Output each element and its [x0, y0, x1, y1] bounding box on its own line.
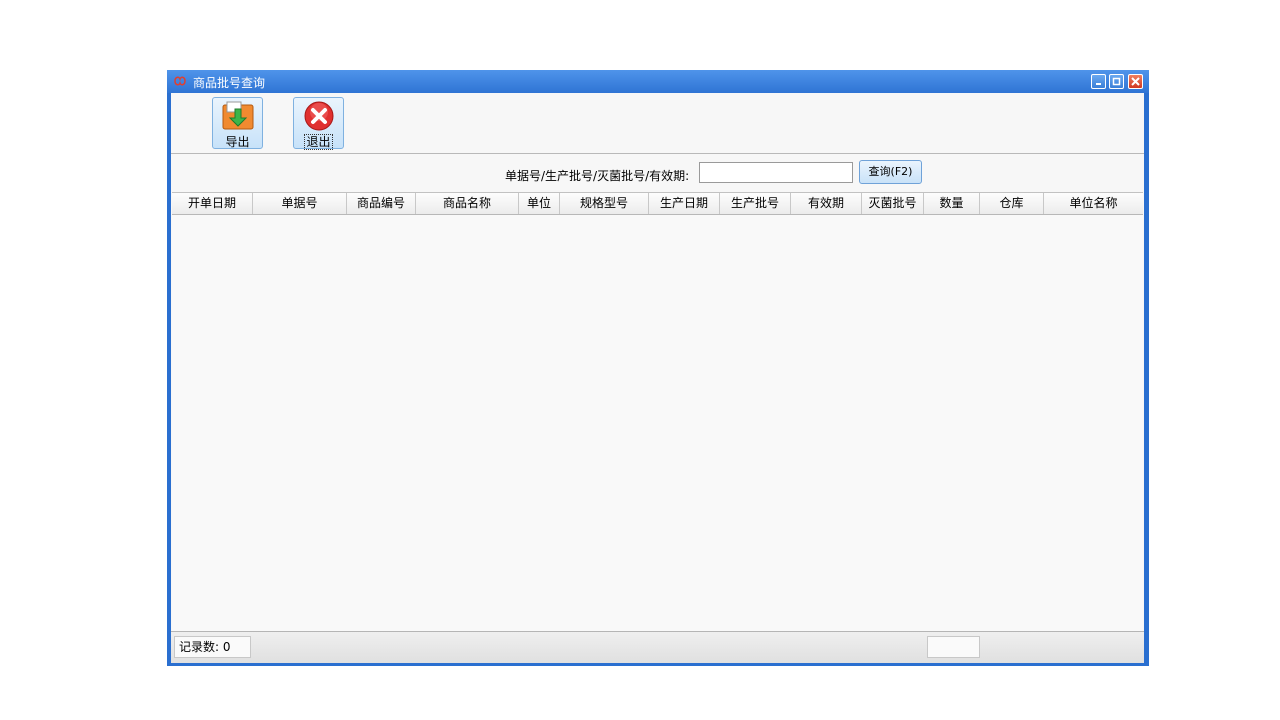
- column-header[interactable]: 生产日期: [649, 193, 720, 214]
- maximize-button[interactable]: [1109, 74, 1124, 89]
- grid-header: 开单日期 单据号 商品编号 商品名称 单位 规格型号 生产日期 生产批号 有效期…: [172, 193, 1143, 215]
- record-count: 记录数: 0: [174, 636, 251, 658]
- column-header[interactable]: 有效期: [791, 193, 862, 214]
- column-header[interactable]: 商品编号: [347, 193, 416, 214]
- exit-label: 退出: [304, 134, 333, 150]
- minimize-button[interactable]: [1091, 74, 1106, 89]
- close-button[interactable]: [1128, 74, 1143, 89]
- export-icon: [222, 101, 254, 130]
- column-header[interactable]: 规格型号: [560, 193, 649, 214]
- column-header[interactable]: 数量: [924, 193, 980, 214]
- close-icon: [1131, 77, 1140, 86]
- exit-button[interactable]: 退出: [293, 97, 344, 150]
- client-area: 导出 退出 单据号/生产批号/灭菌批号/有效期: 查询(F2) 开单日期 单据号…: [171, 93, 1144, 663]
- maximize-icon: [1112, 77, 1121, 86]
- column-header[interactable]: 单位名称: [1044, 193, 1143, 214]
- column-header[interactable]: 单位: [519, 193, 560, 214]
- column-header[interactable]: 商品名称: [416, 193, 519, 214]
- export-button[interactable]: 导出: [212, 97, 263, 149]
- search-input[interactable]: [699, 162, 853, 183]
- column-header[interactable]: 生产批号: [720, 193, 791, 214]
- column-header[interactable]: 仓库: [980, 193, 1044, 214]
- minimize-icon: [1096, 83, 1101, 85]
- column-header[interactable]: 单据号: [253, 193, 347, 214]
- data-grid[interactable]: 开单日期 单据号 商品编号 商品名称 单位 规格型号 生产日期 生产批号 有效期…: [172, 192, 1143, 632]
- column-header[interactable]: 灭菌批号: [862, 193, 924, 214]
- toolbar: 导出 退出: [171, 93, 1144, 154]
- exit-icon: [304, 101, 334, 131]
- status-panel: [927, 636, 980, 658]
- query-button[interactable]: 查询(F2): [859, 160, 922, 184]
- app-logo-icon: [174, 76, 186, 86]
- window-title: 商品批号查询: [193, 76, 266, 90]
- main-window: 商品批号查询 导出 退出 单据号/生产批号/灭菌批号/有效期: 查询(F2) 开…: [167, 70, 1149, 666]
- search-label: 单据号/生产批号/灭菌批号/有效期:: [505, 169, 690, 183]
- search-row: 单据号/生产批号/灭菌批号/有效期: 查询(F2): [171, 154, 1144, 190]
- column-header[interactable]: 开单日期: [172, 193, 253, 214]
- title-bar[interactable]: 商品批号查询: [167, 70, 1149, 93]
- export-label: 导出: [225, 135, 250, 149]
- status-bar: 记录数: 0: [171, 631, 1144, 663]
